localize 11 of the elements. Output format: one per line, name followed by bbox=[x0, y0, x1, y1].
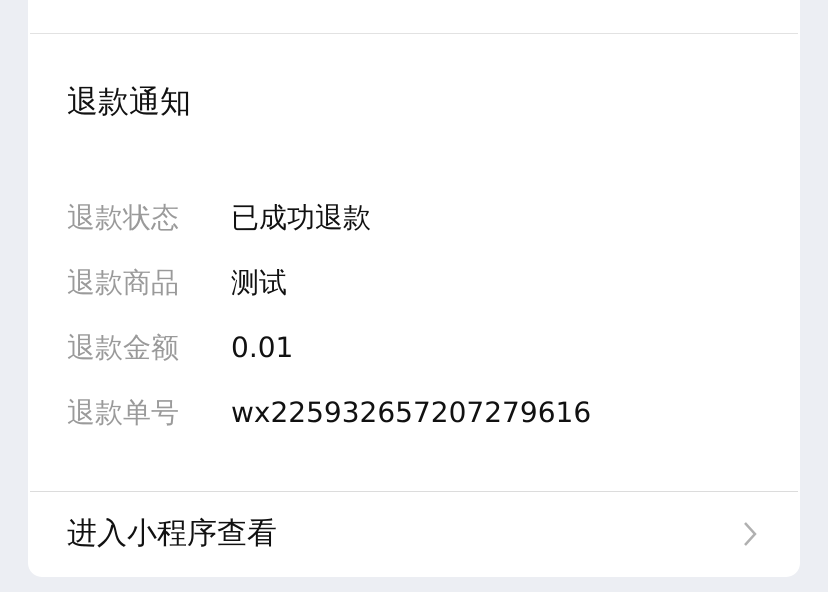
field-label: 退款单号 bbox=[67, 395, 180, 431]
chevron-right-icon bbox=[742, 520, 758, 548]
field-value: 已成功退款 bbox=[231, 200, 371, 236]
field-label: 退款状态 bbox=[67, 200, 180, 236]
field-value: 0.01 bbox=[231, 330, 294, 366]
field-value: wx225932657207279616 bbox=[231, 395, 592, 431]
field-label: 退款金额 bbox=[67, 330, 180, 366]
field-value: 测试 bbox=[231, 265, 287, 301]
field-label: 退款商品 bbox=[67, 265, 180, 301]
mini-program-link[interactable]: 进入小程序查看 bbox=[28, 492, 800, 576]
card-title: 退款通知 bbox=[67, 84, 191, 120]
